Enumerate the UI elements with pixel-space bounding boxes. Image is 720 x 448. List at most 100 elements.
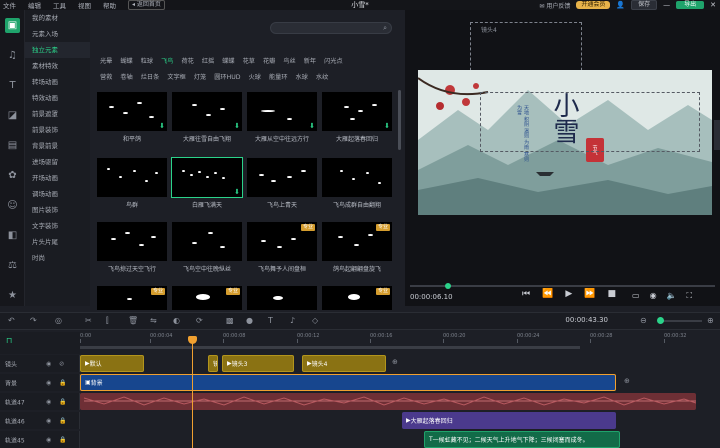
material-card[interactable] <box>247 286 317 310</box>
category-item[interactable]: 元素入场 <box>25 26 90 42</box>
step-forward-icon[interactable]: ⏩ <box>584 289 595 299</box>
search-icon[interactable]: ⌕ <box>383 23 387 33</box>
audio-waveform-clip[interactable] <box>80 393 696 410</box>
track-icons[interactable]: ◉ ⊘ <box>46 360 67 367</box>
category-item[interactable]: 开场动画 <box>25 170 90 186</box>
undo-icon[interactable]: ↶ <box>8 316 15 325</box>
zoom-slider[interactable] <box>657 317 702 324</box>
material-card[interactable]: 专业 <box>97 286 167 310</box>
fullscreen-icon[interactable]: ⛶ <box>687 291 693 301</box>
material-card[interactable]: 专业 <box>172 286 242 310</box>
category-item[interactable]: 图片装饰 <box>25 202 90 218</box>
filter-chip[interactable]: 圆环HUD <box>214 72 240 81</box>
filter-icon[interactable]: ⚖ <box>0 250 25 280</box>
audio-icon[interactable]: ♪ <box>290 316 295 325</box>
camera-icon[interactable]: ◉ <box>650 291 657 301</box>
material-card[interactable]: 飞鸟空中往晚纵丝 <box>172 222 242 273</box>
download-icon[interactable]: ⬇ <box>234 188 240 196</box>
back-home-button[interactable]: ◂ 返回首页 <box>128 0 165 10</box>
play-icon[interactable]: ▶ <box>565 289 572 299</box>
text-icon[interactable]: T <box>0 70 25 100</box>
filter-chip[interactable]: 粒球 <box>141 56 153 65</box>
filter-chip[interactable]: 蝶蝶 <box>222 56 234 65</box>
filter-chip[interactable]: 花瓣 <box>263 56 275 65</box>
timeline-clip[interactable]: ▶ 镜头4 <box>302 355 386 372</box>
material-card[interactable]: ⬇ 大雁起落春回归 <box>322 92 392 143</box>
filter-chip[interactable]: 蝴蝶 <box>120 56 132 65</box>
snap-magnet-icon[interactable]: ⊓ <box>6 336 12 345</box>
step-back-icon[interactable]: ⏪ <box>542 289 553 299</box>
filter-chip[interactable]: 水球 <box>296 72 308 81</box>
material-card[interactable]: 飞鸟成群自由翻翔 <box>322 158 392 209</box>
material-card[interactable]: 飞鸟掠过天空飞行 <box>97 222 167 273</box>
category-item[interactable]: 调场动画 <box>25 186 90 202</box>
material-card[interactable]: ⬇ 和平鸽 <box>97 92 167 143</box>
effects-icon[interactable]: ◪ <box>0 100 25 130</box>
menu-file[interactable]: 文件 <box>3 0 16 10</box>
media-icon[interactable]: ▣ <box>0 10 25 40</box>
zoom-knob[interactable] <box>657 317 664 324</box>
material-card[interactable]: ⬇ 大雁从空中往远方行 <box>247 92 317 143</box>
timeline-ruler[interactable]: 0:00 00:00:04 00:00:08 00:00:12 00:00:16… <box>80 332 720 344</box>
track-icons[interactable]: ◉ 🔒 <box>46 436 70 443</box>
layers-icon[interactable]: ◧ <box>0 220 25 250</box>
timeline-clip[interactable]: ▶ 默认 <box>80 355 144 372</box>
category-item[interactable]: 前景遮罩 <box>25 106 90 122</box>
frames-icon[interactable]: ▤ <box>0 130 25 160</box>
track-icons[interactable]: ◉ 🔒 <box>46 398 70 405</box>
material-card[interactable]: 专业 <box>322 286 392 310</box>
user-feedback-link[interactable]: ✉ 用户反馈 <box>539 1 570 10</box>
track-icons[interactable]: ◉ 🔒 <box>46 379 70 386</box>
record-icon[interactable]: ● <box>246 316 253 325</box>
skip-back-icon[interactable]: ⏮ <box>522 289 530 299</box>
download-icon[interactable]: ⬇ <box>159 122 165 130</box>
material-card[interactable]: 专业 鸽鸟起翩翩盘旋飞 <box>322 222 392 273</box>
material-card[interactable]: 飞鸟上青天 <box>247 158 317 209</box>
filter-chip[interactable]: 能量环 <box>269 72 288 81</box>
menu-view[interactable]: 视图 <box>78 0 91 10</box>
download-icon[interactable]: ⬇ <box>309 122 315 130</box>
person-icon[interactable]: ☺ <box>0 190 25 220</box>
material-card[interactable]: ⬇ 白雁飞满天 <box>171 157 243 209</box>
category-item[interactable]: 文字装饰 <box>25 218 90 234</box>
menu-edit[interactable]: 编辑 <box>28 0 41 10</box>
element-bounding-box[interactable] <box>480 92 700 152</box>
export-button[interactable]: 导出 <box>676 1 705 9</box>
timeline-clip[interactable]: ▶ 镜头3 <box>222 355 294 372</box>
flip-icon[interactable]: ⇋ <box>150 316 157 325</box>
track-icons[interactable]: ◉ 🔒 <box>46 417 70 424</box>
filter-chip[interactable]: 花草 <box>243 56 255 65</box>
preview-side-handle[interactable] <box>714 120 720 150</box>
add-clip-icon[interactable]: ⊕ <box>392 358 398 366</box>
add-clip-icon[interactable]: ⊕ <box>624 377 630 385</box>
mark-icon[interactable]: ◇ <box>312 316 318 325</box>
aspect-ratio-icon[interactable]: ▭ <box>632 291 640 301</box>
filter-chip[interactable]: 鸟丝 <box>283 56 295 65</box>
timeline-clip[interactable]: 镜 <box>208 355 218 372</box>
progress-knob[interactable] <box>445 283 451 289</box>
category-item[interactable]: 进场驱留 <box>25 154 90 170</box>
category-item[interactable]: 片头片尾 <box>25 234 90 250</box>
zoom-in-icon[interactable]: ⊕ <box>707 316 714 325</box>
download-icon[interactable]: ⬇ <box>234 122 240 130</box>
redo-icon[interactable]: ↷ <box>30 316 37 325</box>
filter-chip[interactable]: 新年 <box>304 56 316 65</box>
save-button[interactable]: 保存 <box>631 0 658 10</box>
sticker-icon[interactable]: ✿ <box>0 160 25 190</box>
category-item[interactable]: 独立元素 <box>25 42 90 58</box>
category-item[interactable]: 特效动画 <box>25 90 90 106</box>
snap-icon[interactable]: ◎ <box>55 316 62 325</box>
filter-chip[interactable]: 烂日条 <box>141 72 160 81</box>
minimize-icon[interactable]: — <box>663 1 670 9</box>
delete-icon[interactable]: 🗑 <box>128 316 138 325</box>
material-scrollbar[interactable] <box>398 90 401 150</box>
zoom-out-icon[interactable]: ⊖ <box>640 316 647 325</box>
playhead[interactable] <box>188 336 197 448</box>
menu-tools[interactable]: 工具 <box>53 0 66 10</box>
preview-progress[interactable] <box>410 283 715 289</box>
filter-chip[interactable]: 营救 <box>100 72 112 81</box>
stop-icon[interactable]: ■ <box>607 289 616 299</box>
filter-chip[interactable]: 荷花 <box>182 56 194 65</box>
text-tool-icon[interactable]: T <box>268 316 273 325</box>
close-icon[interactable]: ✕ <box>710 1 716 9</box>
